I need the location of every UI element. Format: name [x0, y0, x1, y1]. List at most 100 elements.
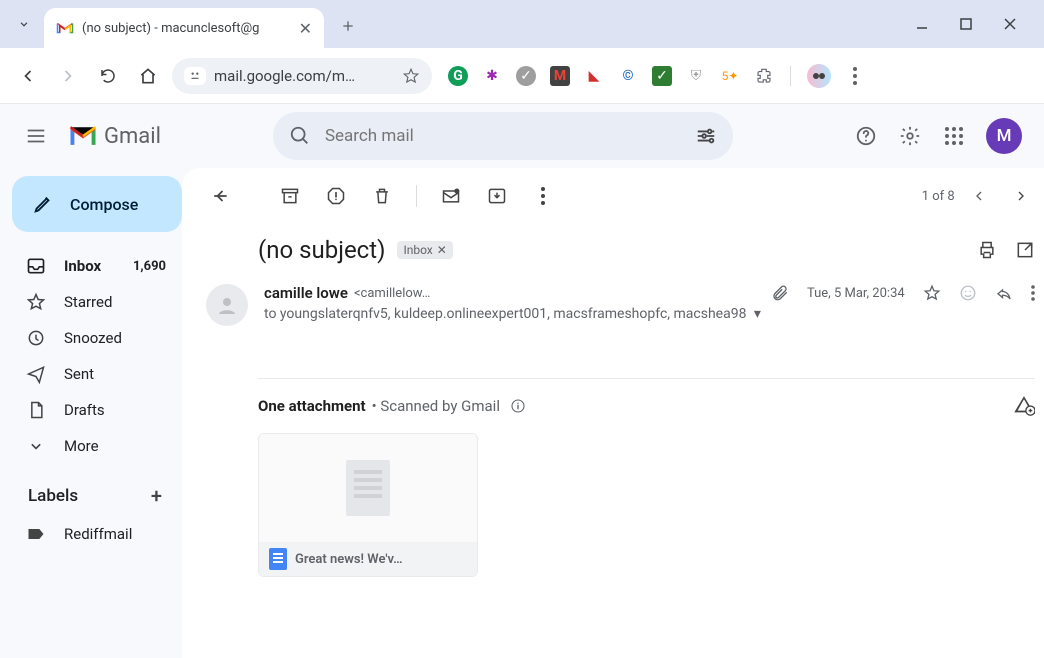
pencil-icon: [32, 193, 54, 215]
gmail-favicon: [56, 19, 74, 37]
attachment-preview: [259, 434, 477, 542]
delete-button[interactable]: [364, 178, 400, 214]
label-item[interactable]: Rediffmail: [12, 516, 182, 552]
newer-button[interactable]: [1003, 178, 1039, 214]
info-icon[interactable]: [510, 398, 526, 414]
nav-list: Inbox 1,690 Starred Snoozed Sent D: [12, 248, 182, 464]
pager-text: 1 of 8: [922, 189, 955, 204]
extensions-area: G ✱ ✓ M ◣ © ✓ ⛨ 5✦: [448, 64, 865, 88]
nav-drafts[interactable]: Drafts: [12, 392, 182, 428]
settings-button[interactable]: [898, 124, 922, 148]
extension-icon[interactable]: G: [448, 66, 468, 86]
search-options-button[interactable]: [695, 125, 717, 147]
chrome-menu-button[interactable]: [845, 66, 865, 86]
home-button[interactable]: [132, 60, 164, 92]
site-info-button[interactable]: [184, 67, 206, 85]
move-to-inbox-button[interactable]: [479, 178, 515, 214]
search-box[interactable]: [273, 112, 733, 160]
main-menu-button[interactable]: [16, 116, 56, 156]
header-right: M: [854, 118, 1028, 154]
window-maximize-button[interactable]: [956, 14, 976, 34]
print-button[interactable]: [977, 240, 997, 260]
sender-avatar[interactable]: [206, 284, 248, 326]
tab-search-button[interactable]: [8, 8, 40, 40]
browser-tab-strip: (no subject) - macunclesoft@g ✕: [0, 0, 1044, 48]
reply-button[interactable]: [995, 284, 1013, 302]
add-all-to-drive-button[interactable]: [1013, 395, 1035, 417]
more-actions-button[interactable]: [525, 178, 561, 214]
archive-button[interactable]: [272, 178, 308, 214]
report-spam-button[interactable]: [318, 178, 354, 214]
gdoc-icon: [269, 548, 287, 570]
gmail-logo[interactable]: Gmail: [68, 124, 161, 149]
new-tab-button[interactable]: [332, 10, 364, 42]
extension-icon[interactable]: ◣: [584, 66, 604, 86]
extension-icon[interactable]: ✱: [482, 66, 502, 86]
sender-email: <camillelow…: [354, 286, 431, 301]
browser-tab[interactable]: (no subject) - macunclesoft@g ✕: [44, 8, 324, 48]
attachment-name: Great news! We'v…: [295, 552, 403, 567]
window-close-button[interactable]: [1000, 14, 1020, 34]
open-new-window-button[interactable]: [1015, 240, 1035, 260]
compose-label: Compose: [70, 195, 138, 214]
document-icon: [346, 460, 390, 516]
window-controls: [912, 14, 1036, 48]
labels-header: Labels +: [12, 464, 182, 516]
separator: [416, 185, 417, 207]
search-icon: [289, 125, 311, 147]
star-message-button[interactable]: [923, 284, 941, 302]
chevron-down-icon: [26, 436, 46, 456]
nav-starred[interactable]: Starred: [12, 284, 182, 320]
star-icon: [26, 292, 46, 312]
separator: [790, 66, 791, 86]
extension-icon[interactable]: ⛨: [686, 66, 706, 86]
react-button[interactable]: [959, 284, 977, 302]
nav-sent[interactable]: Sent: [12, 356, 182, 392]
url-text: mail.google.com/m…: [214, 67, 355, 85]
browser-toolbar: mail.google.com/m… G ✱ ✓ M ◣ © ✓ ⛨ 5✦: [0, 48, 1044, 104]
mark-unread-button[interactable]: [433, 178, 469, 214]
extension-icon[interactable]: ✓: [652, 66, 672, 86]
sidebar: Compose Inbox 1,690 Starred Snoozed: [0, 168, 182, 658]
sender-name[interactable]: camille lowe: [264, 284, 348, 302]
extensions-button[interactable]: [754, 66, 774, 86]
gmail-app: Gmail M Compose Inbox 1,690: [0, 104, 1044, 658]
address-bar[interactable]: mail.google.com/m…: [172, 58, 432, 94]
search-input[interactable]: [325, 126, 681, 146]
reading-pane: 1 of 8 (no subject) Inbox ✕: [182, 168, 1044, 658]
attachment-icon[interactable]: [771, 284, 789, 302]
account-avatar[interactable]: M: [986, 118, 1022, 154]
forward-button[interactable]: [52, 60, 84, 92]
tab-title: (no subject) - macunclesoft@g: [82, 21, 291, 36]
gmail-logo-text: Gmail: [104, 124, 161, 149]
message-toolbar: 1 of 8: [182, 168, 1044, 224]
back-to-inbox-button[interactable]: [202, 178, 238, 214]
back-button[interactable]: [12, 60, 44, 92]
add-label-button[interactable]: +: [151, 484, 162, 508]
extension-icon[interactable]: 5✦: [720, 66, 740, 86]
nav-snoozed[interactable]: Snoozed: [12, 320, 182, 356]
attachment-card[interactable]: Great news! We'v…: [258, 433, 478, 577]
message-more-button[interactable]: [1031, 285, 1035, 301]
subject: (no subject): [258, 236, 385, 264]
older-button[interactable]: [961, 178, 997, 214]
show-details-button[interactable]: ▾: [754, 306, 761, 322]
clock-icon: [26, 328, 46, 348]
extension-icon[interactable]: ✓: [516, 66, 536, 86]
support-button[interactable]: [854, 124, 878, 148]
message-date: Tue, 5 Mar, 20:34: [807, 286, 905, 301]
reload-button[interactable]: [92, 60, 124, 92]
label-icon: [26, 524, 46, 544]
nav-more[interactable]: More: [12, 428, 182, 464]
chrome-profile-button[interactable]: [807, 64, 831, 88]
tab-close-button[interactable]: ✕: [299, 19, 312, 38]
window-minimize-button[interactable]: [912, 14, 932, 34]
nav-inbox[interactable]: Inbox 1,690: [12, 248, 182, 284]
extension-icon[interactable]: M: [550, 66, 570, 86]
label-chip[interactable]: Inbox ✕: [397, 241, 452, 259]
compose-button[interactable]: Compose: [12, 176, 182, 232]
bookmark-button[interactable]: [402, 67, 420, 85]
extension-icon[interactable]: ©: [618, 66, 638, 86]
attachment-count: One attachment: [258, 397, 366, 415]
apps-button[interactable]: [942, 124, 966, 148]
